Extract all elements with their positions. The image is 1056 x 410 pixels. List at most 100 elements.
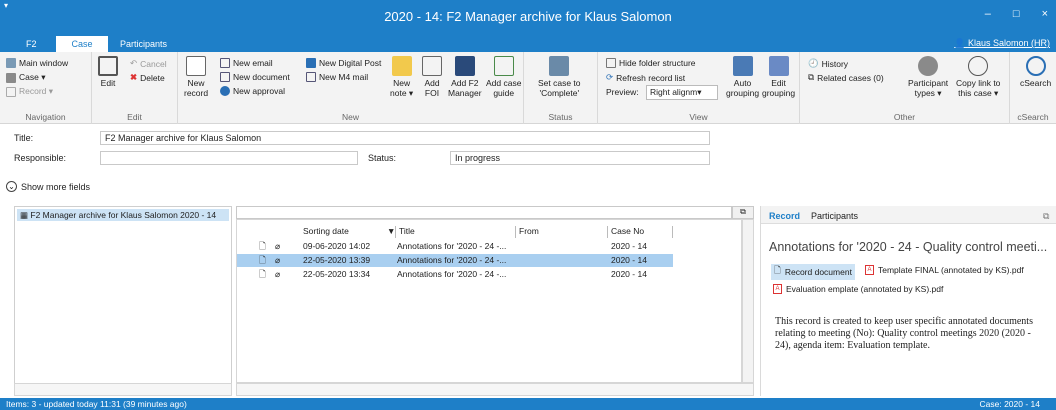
record-icon [6,86,16,97]
new-m4-mail-button[interactable]: New M4 mail [306,72,368,82]
group-label-other: Other [893,112,916,122]
copy-link-button[interactable]: Copy link to this case ▾ [956,56,1000,98]
group-label-edit: Edit [127,112,142,122]
attachment-link-1[interactable]: A Template FINAL (annotated by KS).pdf [865,265,1024,275]
responsible-field[interactable] [100,151,358,165]
tab-record[interactable]: Record [769,211,800,221]
row-case-no: 2020 - 14 [611,269,647,279]
new-approval-button[interactable]: New approval [220,86,285,96]
approval-icon [220,86,230,96]
digital-post-icon [306,58,316,68]
col-case-no[interactable]: Case No [607,226,673,238]
row-title: Annotations for '2020 - 24 -... [397,241,507,251]
new-record-button[interactable]: New record [184,56,208,98]
table-row[interactable]: 🗋 ⌀ 22-05-2020 13:39 Annotations for '20… [237,254,673,267]
related-cases-button[interactable]: ⧉ Related cases (0) [808,72,884,83]
col-from[interactable]: From [515,226,539,238]
delete-button[interactable]: ✖ Delete [130,72,165,83]
maximize-button[interactable]: □ [1013,8,1020,20]
group-new: New record New email New document New app… [178,52,524,124]
search-icon[interactable]: ⧉ [732,206,754,219]
add-foi-button[interactable]: Add FOI [422,56,442,98]
responsible-label: Responsible: [14,153,67,163]
table-row[interactable]: 🗋 ⌀ 09-06-2020 14:02 Annotations for '20… [237,240,673,253]
pdf-icon: A [865,265,874,275]
preview-tabs: Record Participants ⧉ [761,206,1056,224]
user-name: Klaus Salomon (HR) [967,38,1050,48]
status-field[interactable]: In progress [450,151,710,165]
group-view: Hide folder structure ⟳ Refresh record li… [598,52,800,124]
title-field[interactable]: F2 Manager archive for Klaus Salomon [100,131,710,145]
participant-types-button[interactable]: Participant types ▾ [908,56,948,98]
ribbon: Main window Case ▾ Record ▾ Navigation E… [0,52,1056,124]
tab-preview-participants[interactable]: Participants [811,211,858,221]
table-row[interactable]: 🗋 ⌀ 22-05-2020 13:34 Annotations for '20… [237,268,673,281]
history-icon: 🕘 [808,58,819,68]
record-description: This record is created to keep user spec… [775,316,1033,351]
tab-participants[interactable]: Participants [110,36,177,52]
group-label-status: Status [548,112,573,122]
case-icon: ▦ [20,210,29,220]
tree-horizontal-scrollbar[interactable] [14,383,232,396]
title-label: Title: [14,133,34,143]
record-horizontal-scrollbar[interactable] [236,383,754,396]
pdf-icon: A [773,284,782,294]
minimize-button[interactable]: – [985,8,991,20]
tab-f2[interactable]: F2 [16,36,47,52]
col-title[interactable]: Title [395,226,415,238]
popout-icon[interactable]: ⧉ [1043,211,1049,222]
ribbon-tabs: F2 Case Participants 👤 Klaus Salomon (HR… [0,36,1056,52]
new-note-button[interactable]: New note ▾ [390,56,413,98]
tree-item-case[interactable]: ▦ F2 Manager archive for Klaus Salomon 2… [17,209,229,221]
col-sorting-date[interactable]: Sorting date [303,226,349,238]
edit-grouping-button[interactable]: Edit grouping [762,56,795,98]
record-vertical-scrollbar[interactable] [742,219,754,383]
record-document-link[interactable]: 🗋 Record document [771,264,855,280]
new-digital-post-button[interactable]: New Digital Post [306,58,381,68]
main-window-button[interactable]: Main window [6,58,68,68]
title-bar: ▾ 2020 - 14: F2 Manager archive for Klau… [0,0,1056,36]
add-case-guide-button[interactable]: Add case guide [486,56,521,98]
edit-icon [98,56,118,76]
attachment-icon: ⌀ [275,269,281,279]
undo-icon: ↶ [130,58,138,68]
show-more-fields[interactable]: ⌄ Show more fields [6,181,90,192]
new-email-button[interactable]: New email [220,58,273,68]
window-title: 2020 - 14: F2 Manager archive for Klaus … [384,9,672,24]
show-more-label: Show more fields [21,181,91,192]
csearch-button[interactable]: cSearch [1020,56,1051,88]
preview-dropdown[interactable]: Right alignm▾ [646,85,718,100]
case-fields: Title: F2 Manager archive for Klaus Salo… [0,124,1056,204]
group-edit: Edit ↶ Cancel ✖ Delete Edit [92,52,178,124]
row-date: 22-05-2020 13:39 [303,255,371,265]
refresh-button[interactable]: ⟳ Refresh record list [606,72,685,83]
row-title: Annotations for '2020 - 24 -... [397,269,507,279]
attachment-icon: ⌀ [275,255,281,265]
new-document-button[interactable]: New document [220,72,290,82]
cancel-button[interactable]: ↶ Cancel [130,58,167,69]
close-button[interactable]: × [1042,8,1048,20]
edit-button[interactable]: Edit [98,56,118,88]
attachment-icon: ⌀ [275,241,281,251]
add-f2-manager-button[interactable]: Add F2 Manager [448,56,482,98]
status-label: Status: [368,153,397,163]
complete-icon [549,56,570,76]
tab-case[interactable]: Case [56,36,108,52]
set-complete-button[interactable]: Set case to 'Complete' [538,56,581,98]
attachment-link-2[interactable]: A Evaluation emplate (annotated by KS).p… [773,284,943,294]
csearch-icon [1025,56,1046,76]
record-button[interactable]: Record ▾ [6,86,53,97]
record-search-input[interactable] [236,206,732,219]
row-case-no: 2020 - 14 [611,255,647,265]
preview-heading: Annotations for '2020 - 24 - Quality con… [769,240,1048,254]
hide-folder-button[interactable]: Hide folder structure [606,58,696,68]
document-icon: 🗋 [774,265,781,275]
group-csearch: cSearch cSearch [1010,52,1056,124]
user-link[interactable]: 👤 Klaus Salomon (HR) [954,38,1050,49]
case-button[interactable]: Case ▾ [6,72,45,83]
group-label-new: New [341,112,359,122]
row-title: Annotations for '2020 - 24 -... [397,255,507,265]
auto-grouping-button[interactable]: Auto grouping [726,56,759,98]
history-button[interactable]: 🕘 History [808,58,848,69]
group-label-view: View [689,112,708,122]
